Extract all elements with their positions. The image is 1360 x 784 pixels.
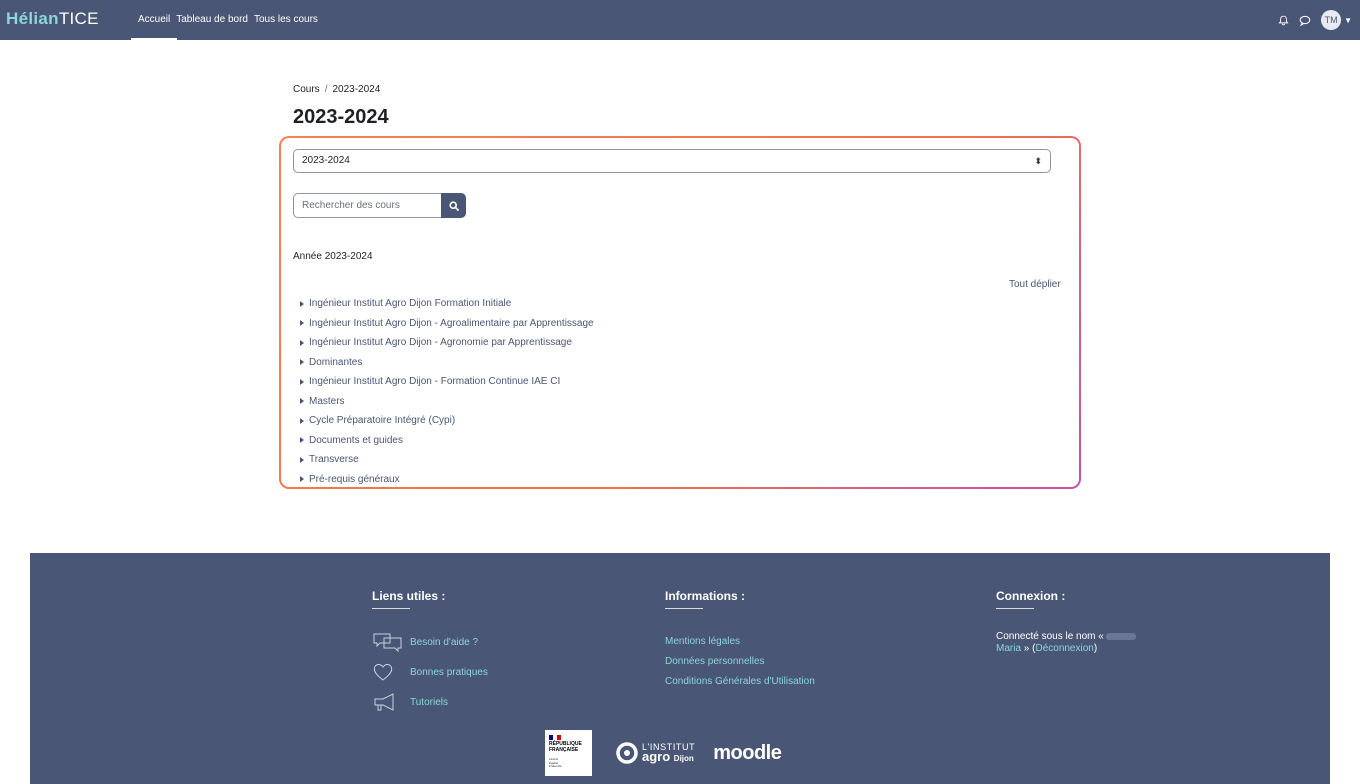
category-item-label: Cycle Préparatoire Intégré (Cypi) (309, 415, 456, 426)
personal-data-link[interactable]: Données personnelles (665, 651, 815, 671)
brand-part1: Hélian (6, 9, 59, 28)
category-item[interactable]: Transverse (300, 453, 594, 473)
search-button[interactable] (441, 193, 466, 218)
redacted-name (1105, 632, 1136, 640)
caret-right-icon (300, 476, 304, 482)
tutorials-link[interactable]: Tutoriels (372, 687, 488, 717)
category-item-label: Documents et guides (309, 434, 403, 446)
legal-notice-link[interactable]: Mentions légales (665, 631, 815, 651)
course-search: Rechercher des cours (293, 193, 466, 218)
select-arrows-icon: ⬍ (1034, 156, 1042, 166)
category-heading: Année 2023-2024 (293, 251, 373, 262)
breadcrumb: Cours / 2023-2024 (293, 84, 380, 95)
footer-login: Connexion : Connecté sous le nom « Maria… (996, 553, 1166, 655)
category-item[interactable]: Documents et guides (300, 434, 594, 454)
republique-francaise-logo: RÉPUBLIQUE FRANÇAISE Liberté Égalité Frater… (545, 730, 592, 776)
agro-mark-icon (616, 742, 638, 764)
caret-right-icon (300, 300, 304, 307)
nav-all-courses[interactable]: Tous les cours (254, 0, 318, 40)
search-icon (448, 200, 459, 211)
nav-home[interactable]: Accueil (130, 0, 178, 40)
category-item[interactable]: Ingénieur Institut Agro Dijon - Agronomi… (300, 336, 594, 356)
heart-icon (372, 660, 406, 684)
category-item[interactable]: Pré-requis généraux (300, 473, 594, 493)
avatar[interactable]: TM (1321, 10, 1342, 30)
caret-right-icon (300, 437, 304, 443)
primary-navigation: Accueil Tableau de bord Tous les cours (130, 0, 324, 40)
caret-right-icon (300, 359, 304, 365)
terms-of-use-link[interactable]: Conditions Générales d'Utilisation (665, 671, 815, 691)
caret-right-icon (300, 378, 304, 385)
logged-in-close: ) (1093, 643, 1098, 654)
category-item-label: Pré-requis généraux (309, 473, 400, 485)
institut-agro-dijon-logo: L'INSTITUT agro Dijon (616, 742, 695, 764)
category-list: Ingénieur Institut Agro Dijon Formation … (300, 297, 594, 492)
top-navbar: HélianTICE Accueil Tableau de bord Tous … (0, 0, 1360, 40)
caret-right-icon (300, 339, 304, 346)
category-select-value: 2023-2024 (302, 155, 350, 166)
breadcrumb-courses[interactable]: Cours (293, 84, 320, 95)
category-select[interactable]: 2023-2024 ⬍ (293, 149, 1051, 173)
brand-part2: TICE (58, 9, 99, 28)
site-logo[interactable]: HélianTICE (6, 9, 99, 29)
category-item-label: Transverse (309, 454, 359, 465)
category-item-label: Ingénieur Institut Agro Dijon Formation … (309, 298, 512, 309)
help-link-label: Besoin d'aide ? (410, 636, 479, 648)
footer-useful-links: Liens utiles : Besoin d'aide ? Bonnes pr… (372, 553, 488, 717)
caret-right-icon (300, 417, 304, 424)
page-footer: Liens utiles : Besoin d'aide ? Bonnes pr… (30, 553, 1330, 784)
user-profile-link[interactable]: Maria (996, 643, 1021, 654)
breadcrumb-separator: / (324, 84, 328, 95)
category-item[interactable]: Ingénieur Institut Agro Dijon Formation … (300, 297, 594, 317)
category-item[interactable]: Dominantes (300, 356, 594, 376)
chat-bubbles-icon (372, 630, 406, 654)
category-item[interactable]: Cycle Préparatoire Intégré (Cypi) (300, 414, 594, 434)
category-item[interactable]: Ingénieur Institut Agro Dijon - Agroalim… (300, 317, 594, 337)
partner-logos: RÉPUBLIQUE FRANÇAISE Liberté Égalité Frater… (545, 730, 782, 776)
footer-heading-useful-links: Liens utiles : (372, 589, 488, 609)
tutorials-link-label: Tutoriels (410, 696, 448, 708)
logged-in-prefix: Connecté sous le nom « (996, 631, 1104, 642)
best-practices-link-label: Bonnes pratiques (410, 666, 488, 678)
chat-bubble-icon[interactable] (1297, 12, 1313, 28)
user-controls: TM ▼ (1269, 0, 1352, 40)
megaphone-icon (372, 690, 406, 714)
expand-all-link[interactable]: Tout déplier (1009, 279, 1061, 290)
logged-in-info: Connecté sous le nom « Maria » (Déconnex… (996, 631, 1166, 655)
bell-icon[interactable] (1275, 12, 1291, 28)
help-link[interactable]: Besoin d'aide ? (372, 627, 488, 657)
logged-in-suffix: » ( (1023, 643, 1036, 654)
best-practices-link[interactable]: Bonnes pratiques (372, 657, 488, 687)
footer-information: Informations : Mentions légales Données … (665, 553, 815, 691)
caret-right-icon (300, 456, 304, 463)
page-title: 2023-2024 (293, 106, 389, 128)
footer-heading-information: Informations : (665, 589, 815, 609)
category-item[interactable]: Ingénieur Institut Agro Dijon - Formatio… (300, 375, 594, 395)
chevron-down-icon[interactable]: ▼ (1344, 16, 1352, 25)
breadcrumb-current: 2023-2024 (332, 84, 381, 95)
logout-link[interactable]: Déconnexion (1035, 643, 1093, 654)
category-item-label: Ingénieur Institut Agro Dijon - Agronomi… (309, 337, 572, 348)
category-item-label: Masters (309, 395, 345, 407)
caret-right-icon (300, 320, 304, 326)
caret-right-icon (300, 398, 304, 404)
footer-heading-login: Connexion : (996, 589, 1166, 609)
category-item-label: Dominantes (309, 356, 363, 368)
nav-dashboard[interactable]: Tableau de bord (176, 0, 248, 40)
moodle-logo: moodle (713, 741, 782, 764)
category-item-label: Ingénieur Institut Agro Dijon - Formatio… (309, 376, 561, 387)
category-item[interactable]: Masters (300, 395, 594, 415)
category-item-label: Ingénieur Institut Agro Dijon - Agroalim… (309, 317, 594, 329)
search-input[interactable]: Rechercher des cours (293, 193, 441, 218)
